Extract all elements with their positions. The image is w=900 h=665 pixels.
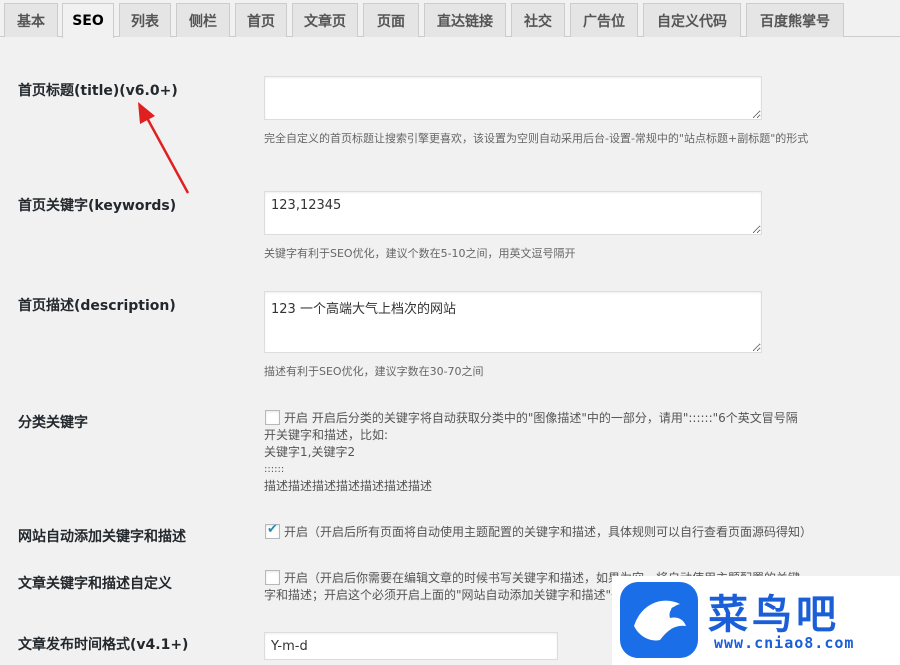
tab-seo[interactable]: SEO: [62, 3, 114, 38]
watermark: 菜鸟吧 www.cniao8.com: [612, 576, 900, 665]
watermark-url: www.cniao8.com: [714, 634, 855, 652]
annotation-arrow-icon: [138, 102, 190, 194]
bird-logo-icon: [620, 582, 698, 658]
watermark-title: 菜鸟吧: [708, 591, 840, 638]
